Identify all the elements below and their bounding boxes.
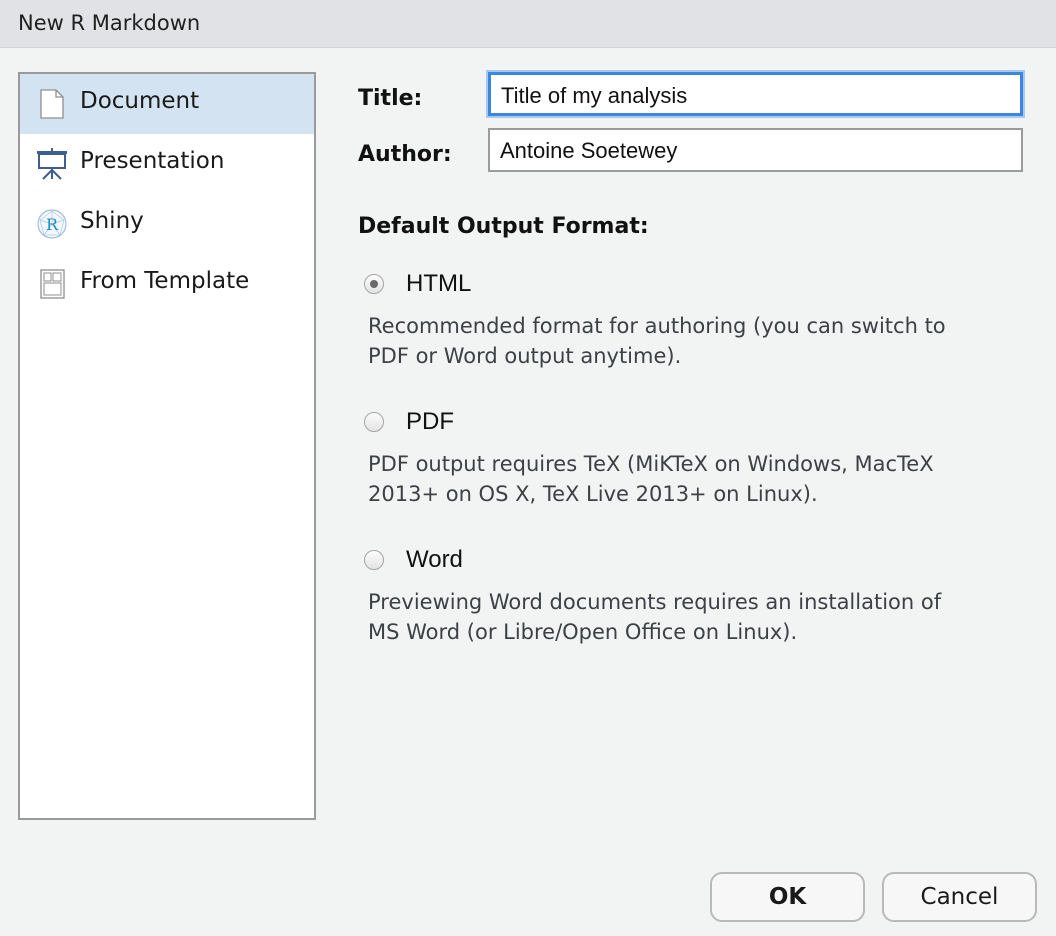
sidebar-item-label: Shiny — [80, 208, 144, 234]
author-input[interactable]: Antoine Soetewey — [488, 128, 1023, 172]
description-line: PDF output requires TeX (MiKTeX on Windo… — [368, 452, 934, 476]
description-line: PDF or Word output anytime). — [368, 344, 682, 368]
sidebar-item-label: Presentation — [80, 148, 225, 174]
sidebar-item-label: From Template — [80, 268, 250, 294]
description-line: Previewing Word documents requires an in… — [368, 590, 942, 614]
presentation-icon — [37, 148, 67, 180]
sidebar-item-document[interactable]: Document — [20, 74, 314, 134]
pdf-description: PDF output requires TeX (MiKTeX on Windo… — [368, 449, 1028, 509]
sidebar-item-presentation[interactable]: Presentation — [20, 134, 314, 194]
html-option-label[interactable]: HTML — [406, 270, 471, 298]
document-icon — [40, 89, 64, 119]
svg-text:R: R — [46, 215, 59, 234]
description-line: 2013+ on OS X, TeX Live 2013+ on Linux). — [368, 482, 818, 506]
output-format-heading: Default Output Format: — [358, 214, 649, 239]
pdf-radio[interactable] — [364, 412, 384, 432]
sidebar-item-label: Document — [80, 88, 200, 114]
html-description: Recommended format for authoring (you ca… — [368, 311, 1028, 371]
sidebar-item-from-template[interactable]: From Template — [20, 254, 314, 314]
document-type-list: Document Presentation R Shiny From Templ… — [18, 72, 316, 820]
description-line: MS Word (or Libre/Open Office on Linux). — [368, 620, 798, 644]
author-label: Author: — [358, 142, 452, 167]
html-radio[interactable] — [364, 274, 384, 294]
word-description: Previewing Word documents requires an in… — [368, 587, 1028, 647]
title-input[interactable]: Title of my analysis — [488, 72, 1023, 116]
dialog-titlebar: New R Markdown — [0, 0, 1056, 48]
pdf-option-label[interactable]: PDF — [406, 408, 454, 436]
title-label: Title: — [358, 86, 423, 111]
description-line: Recommended format for authoring (you ca… — [368, 314, 946, 338]
shiny-icon: R — [37, 209, 67, 239]
word-option-label[interactable]: Word — [406, 546, 463, 574]
sidebar-item-shiny[interactable]: R Shiny — [20, 194, 314, 254]
cancel-button[interactable]: Cancel — [882, 872, 1037, 922]
template-icon — [40, 269, 65, 299]
dialog-title: New R Markdown — [18, 11, 201, 35]
ok-button[interactable]: OK — [710, 872, 865, 922]
word-radio[interactable] — [364, 550, 384, 570]
